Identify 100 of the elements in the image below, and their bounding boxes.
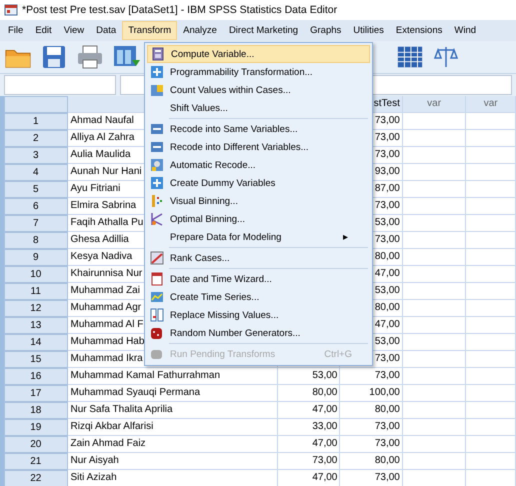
empty-cell[interactable]: [402, 334, 466, 351]
row-number[interactable]: 2: [4, 130, 68, 147]
empty-cell[interactable]: [402, 453, 466, 470]
empty-cell[interactable]: [466, 283, 516, 300]
empty-cell[interactable]: [402, 232, 466, 249]
empty-cell[interactable]: [402, 368, 466, 385]
row-number[interactable]: 7: [4, 215, 68, 232]
row-number[interactable]: 19: [4, 419, 68, 436]
cell-name-field[interactable]: [4, 75, 116, 95]
column-header[interactable]: var: [466, 96, 516, 113]
table-icon[interactable]: [396, 44, 424, 70]
empty-cell[interactable]: [402, 436, 466, 453]
scale-icon[interactable]: [432, 44, 460, 70]
row-number[interactable]: 13: [4, 317, 68, 334]
table-cell: Zain Ahmad Faiz: [68, 436, 278, 453]
calendar-icon: [150, 272, 164, 286]
empty-cell[interactable]: [466, 368, 516, 385]
menu-item[interactable]: Programmability Transformation...: [147, 63, 370, 81]
empty-cell[interactable]: [402, 249, 466, 266]
empty-cell[interactable]: [402, 130, 466, 147]
empty-cell[interactable]: [466, 436, 516, 453]
menu-item[interactable]: Analyze: [177, 21, 223, 40]
menu-item[interactable]: Count Values within Cases...: [147, 81, 370, 99]
menu-item[interactable]: Compute Variable...: [147, 45, 370, 63]
empty-cell[interactable]: [466, 334, 516, 351]
empty-cell[interactable]: [466, 351, 516, 368]
empty-cell[interactable]: [466, 453, 516, 470]
empty-cell[interactable]: [402, 351, 466, 368]
empty-cell[interactable]: [402, 181, 466, 198]
menu-item[interactable]: Transform: [122, 21, 178, 40]
empty-cell[interactable]: [466, 300, 516, 317]
empty-cell[interactable]: [466, 147, 516, 164]
row-number[interactable]: 15: [4, 351, 68, 368]
row-number[interactable]: 9: [4, 249, 68, 266]
table-cell: 73,00: [340, 436, 403, 453]
save-icon[interactable]: [40, 44, 68, 70]
empty-cell[interactable]: [466, 232, 516, 249]
empty-cell[interactable]: [402, 215, 466, 232]
row-number[interactable]: 10: [4, 266, 68, 283]
row-number[interactable]: 11: [4, 283, 68, 300]
row-number[interactable]: 12: [4, 300, 68, 317]
row-number[interactable]: 1: [4, 113, 68, 130]
menu-item[interactable]: View: [58, 21, 90, 40]
binning-icon: [150, 194, 164, 208]
empty-cell[interactable]: [402, 317, 466, 334]
empty-cell[interactable]: [466, 198, 516, 215]
count-icon: [150, 83, 164, 97]
table-cell: 47,00: [278, 470, 340, 486]
row-number[interactable]: 4: [4, 164, 68, 181]
empty-cell[interactable]: [402, 164, 466, 181]
empty-cell[interactable]: [402, 419, 466, 436]
menu-item[interactable]: Edit: [29, 21, 58, 40]
replace-values-icon: [150, 308, 164, 322]
empty-cell[interactable]: [402, 283, 466, 300]
row-number[interactable]: 3: [4, 147, 68, 164]
table-cell: Nur Aisyah: [68, 453, 278, 470]
empty-cell[interactable]: [466, 402, 516, 419]
recode-icon: [150, 122, 164, 136]
empty-cell[interactable]: [402, 300, 466, 317]
empty-cell[interactable]: [402, 113, 466, 130]
menu-item[interactable]: Extensions: [390, 21, 448, 40]
row-number[interactable]: 14: [4, 334, 68, 351]
empty-cell[interactable]: [466, 164, 516, 181]
row-number[interactable]: 20: [4, 436, 68, 453]
dice-icon: [150, 326, 164, 340]
row-number[interactable]: 21: [4, 453, 68, 470]
table-cell: 80,00: [278, 385, 340, 402]
menu-item[interactable]: Wind: [448, 21, 482, 40]
empty-cell[interactable]: [466, 249, 516, 266]
print-icon[interactable]: [76, 44, 104, 70]
menu-item[interactable]: Graphs: [304, 21, 348, 40]
empty-cell[interactable]: [466, 215, 516, 232]
binning-icon: [150, 212, 164, 226]
empty-cell[interactable]: [466, 419, 516, 436]
empty-cell[interactable]: [402, 385, 466, 402]
row-number[interactable]: 22: [4, 470, 68, 486]
row-number[interactable]: 17: [4, 385, 68, 402]
empty-cell[interactable]: [466, 130, 516, 147]
empty-cell[interactable]: [402, 147, 466, 164]
column-header[interactable]: var: [402, 96, 466, 113]
row-number[interactable]: 6: [4, 198, 68, 215]
empty-cell[interactable]: [466, 181, 516, 198]
empty-cell[interactable]: [466, 385, 516, 402]
empty-cell[interactable]: [402, 266, 466, 283]
menu-item[interactable]: Direct Marketing: [222, 21, 304, 40]
row-number[interactable]: 5: [4, 181, 68, 198]
menu-item[interactable]: Data: [90, 21, 122, 40]
line-chart-icon: [150, 290, 164, 304]
row-number[interactable]: 18: [4, 402, 68, 419]
menu-item[interactable]: File: [2, 21, 30, 40]
table-cell: Muhammad Kamal Fathurrahman: [68, 368, 278, 385]
empty-cell[interactable]: [466, 317, 516, 334]
empty-cell[interactable]: [402, 402, 466, 419]
row-number[interactable]: 8: [4, 232, 68, 249]
row-number[interactable]: 16: [4, 368, 68, 385]
table-cell: 80,00: [340, 453, 403, 470]
empty-cell[interactable]: [466, 113, 516, 130]
empty-cell[interactable]: [466, 266, 516, 283]
empty-cell[interactable]: [402, 198, 466, 215]
menu-item[interactable]: Utilities: [347, 21, 390, 40]
